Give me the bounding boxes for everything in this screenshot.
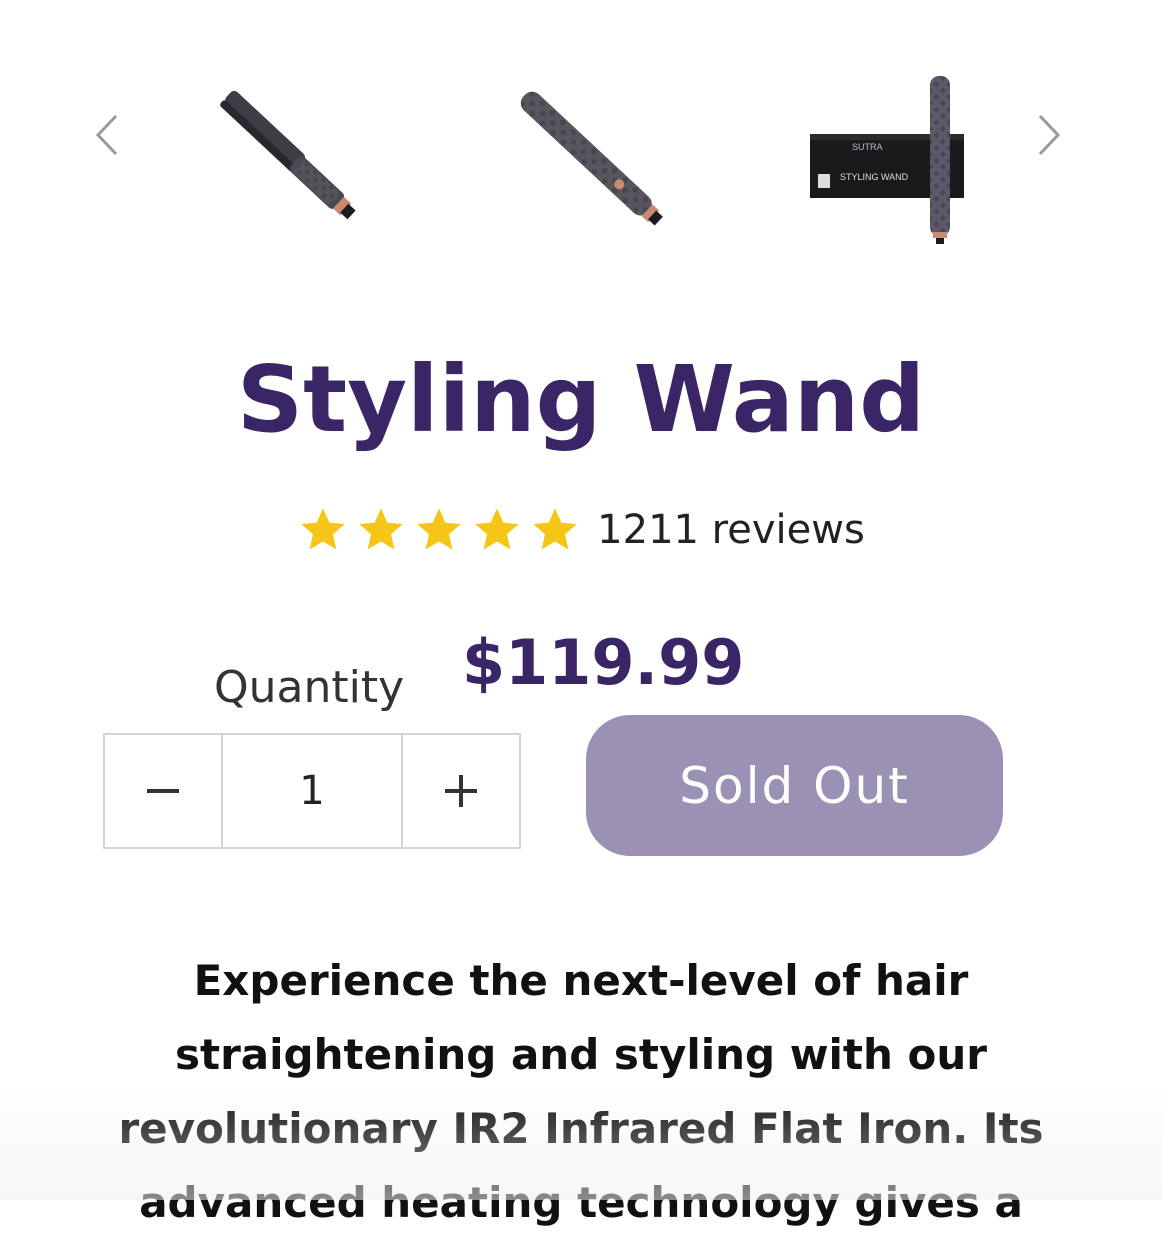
chevron-left-icon (95, 114, 118, 156)
chevron-right-icon (1038, 114, 1061, 156)
product-rating[interactable]: 1211 reviews (0, 500, 1162, 560)
product-title: Styling Wand (236, 346, 926, 453)
rating-stars (297, 504, 581, 556)
sold-out-button[interactable]: Sold Out (586, 715, 1003, 856)
quantity-input[interactable]: 1 (223, 735, 401, 847)
product-description: Experience the next-level of hair straig… (118, 956, 1044, 1227)
quantity-decrease-button[interactable] (105, 735, 223, 847)
box-label-text: STYLING WAND (840, 172, 909, 182)
styling-wand-open-thumbnail[interactable] (188, 62, 388, 252)
star-icon (533, 508, 577, 550)
styling-wand-closed-thumbnail[interactable] (490, 62, 690, 252)
styling-wand-box-thumbnail[interactable]: SUTRA STYLING WAND (790, 62, 990, 252)
carousel-next-button[interactable] (1034, 110, 1064, 160)
quantity-increase-button[interactable] (401, 735, 519, 847)
quantity-stepper: 1 (103, 733, 521, 849)
minus-icon (147, 789, 179, 793)
star-icon (475, 508, 519, 550)
box-brand-text: SUTRA (852, 142, 883, 152)
reviews-link[interactable]: 1211 reviews (597, 507, 865, 553)
carousel-prev-button[interactable] (92, 110, 122, 160)
star-icon (417, 508, 461, 550)
quantity-label: Quantity (214, 662, 405, 713)
product-image-carousel: SUTRA STYLING WAND (0, 0, 1162, 270)
star-icon (359, 508, 403, 550)
product-price: $119.99 (462, 626, 745, 699)
plus-icon (445, 775, 477, 807)
star-icon (301, 508, 345, 550)
